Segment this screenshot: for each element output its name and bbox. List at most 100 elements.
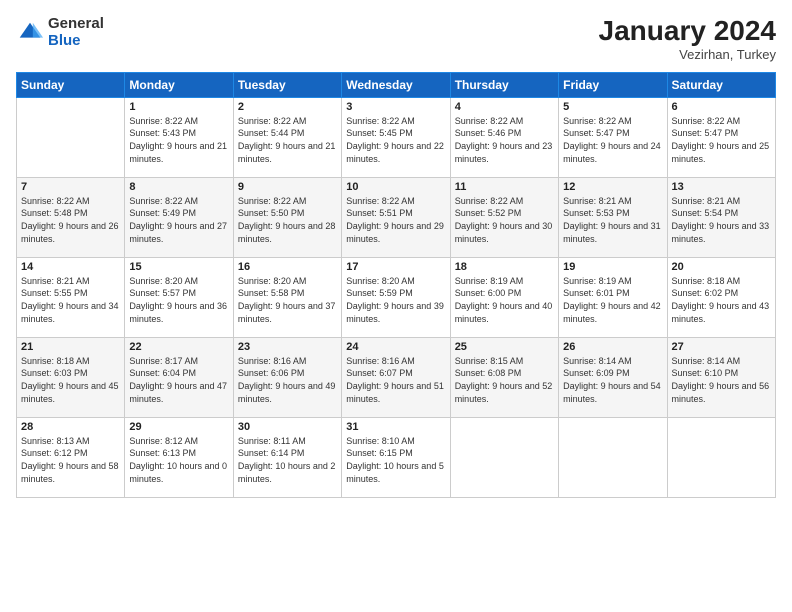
day-number: 4 xyxy=(455,101,554,113)
day-number: 8 xyxy=(129,181,228,193)
day-info: Sunrise: 8:22 AMSunset: 5:43 PMDaylight:… xyxy=(129,115,228,165)
day-number: 30 xyxy=(238,421,337,433)
calendar-cell: 26Sunrise: 8:14 AMSunset: 6:09 PMDayligh… xyxy=(559,337,667,417)
day-info: Sunrise: 8:19 AMSunset: 6:01 PMDaylight:… xyxy=(563,275,662,325)
logo-line1: General xyxy=(48,16,104,33)
day-info: Sunrise: 8:10 AMSunset: 6:15 PMDaylight:… xyxy=(346,435,445,485)
day-info: Sunrise: 8:15 AMSunset: 6:08 PMDaylight:… xyxy=(455,355,554,405)
week-row-5: 28Sunrise: 8:13 AMSunset: 6:12 PMDayligh… xyxy=(17,417,776,497)
calendar-page: General Blue January 2024 Vezirhan, Turk… xyxy=(0,0,792,612)
day-info: Sunrise: 8:22 AMSunset: 5:48 PMDaylight:… xyxy=(21,195,120,245)
col-header-sunday: Sunday xyxy=(17,72,125,97)
calendar-cell xyxy=(17,97,125,177)
day-info: Sunrise: 8:22 AMSunset: 5:50 PMDaylight:… xyxy=(238,195,337,245)
day-number: 20 xyxy=(672,261,771,273)
day-number: 17 xyxy=(346,261,445,273)
day-info: Sunrise: 8:16 AMSunset: 6:07 PMDaylight:… xyxy=(346,355,445,405)
day-info: Sunrise: 8:20 AMSunset: 5:59 PMDaylight:… xyxy=(346,275,445,325)
day-info: Sunrise: 8:22 AMSunset: 5:46 PMDaylight:… xyxy=(455,115,554,165)
day-number: 10 xyxy=(346,181,445,193)
day-info: Sunrise: 8:19 AMSunset: 6:00 PMDaylight:… xyxy=(455,275,554,325)
col-header-thursday: Thursday xyxy=(450,72,558,97)
day-number: 18 xyxy=(455,261,554,273)
calendar-cell: 9 Sunrise: 8:22 AMSunset: 5:50 PMDaylight… xyxy=(233,177,341,257)
calendar-cell xyxy=(559,417,667,497)
logo: General Blue xyxy=(16,16,104,49)
month-title: January 2024 xyxy=(599,16,776,47)
calendar-cell: 21 Sunrise: 8:18 AMSunset: 6:03 PMDayligh… xyxy=(17,337,125,417)
calendar-cell xyxy=(450,417,558,497)
calendar-cell: 18 Sunrise: 8:19 AMSunset: 6:00 PMDayligh… xyxy=(450,257,558,337)
day-number: 7 xyxy=(21,181,120,193)
week-row-1: 1 Sunrise: 8:22 AMSunset: 5:43 PMDaylight… xyxy=(17,97,776,177)
calendar-cell: 5 Sunrise: 8:22 AMSunset: 5:47 PMDaylight… xyxy=(559,97,667,177)
week-row-4: 21 Sunrise: 8:18 AMSunset: 6:03 PMDayligh… xyxy=(17,337,776,417)
day-number: 9 xyxy=(238,181,337,193)
calendar-cell: 14 Sunrise: 8:21 AMSunset: 5:55 PMDayligh… xyxy=(17,257,125,337)
calendar-cell: 27 Sunrise: 8:14 AMSunset: 6:10 PMDayligh… xyxy=(667,337,775,417)
day-number: 11 xyxy=(455,181,554,193)
calendar-cell: 15Sunrise: 8:20 AMSunset: 5:57 PMDayligh… xyxy=(125,257,233,337)
calendar-cell: 8 Sunrise: 8:22 AMSunset: 5:49 PMDaylight… xyxy=(125,177,233,257)
calendar-cell: 25 Sunrise: 8:15 AMSunset: 6:08 PMDayligh… xyxy=(450,337,558,417)
day-number: 23 xyxy=(238,341,337,353)
day-number: 28 xyxy=(21,421,120,433)
day-info: Sunrise: 8:22 AMSunset: 5:45 PMDaylight:… xyxy=(346,115,445,165)
day-info: Sunrise: 8:14 AMSunset: 6:10 PMDaylight:… xyxy=(672,355,771,405)
calendar-cell: 22Sunrise: 8:17 AMSunset: 6:04 PMDayligh… xyxy=(125,337,233,417)
calendar-cell: 28Sunrise: 8:13 AMSunset: 6:12 PMDayligh… xyxy=(17,417,125,497)
calendar-cell: 16 Sunrise: 8:20 AMSunset: 5:58 PMDayligh… xyxy=(233,257,341,337)
day-info: Sunrise: 8:11 AMSunset: 6:14 PMDaylight:… xyxy=(238,435,337,485)
header-row: SundayMondayTuesdayWednesdayThursdayFrid… xyxy=(17,72,776,97)
day-info: Sunrise: 8:12 AMSunset: 6:13 PMDaylight:… xyxy=(129,435,228,485)
calendar-cell: 23 Sunrise: 8:16 AMSunset: 6:06 PMDayligh… xyxy=(233,337,341,417)
logo-icon xyxy=(16,19,44,47)
calendar-cell: 10Sunrise: 8:22 AMSunset: 5:51 PMDayligh… xyxy=(342,177,450,257)
day-info: Sunrise: 8:21 AMSunset: 5:55 PMDaylight:… xyxy=(21,275,120,325)
day-number: 16 xyxy=(238,261,337,273)
day-number: 26 xyxy=(563,341,662,353)
day-info: Sunrise: 8:21 AMSunset: 5:53 PMDaylight:… xyxy=(563,195,662,245)
day-number: 21 xyxy=(21,341,120,353)
day-info: Sunrise: 8:18 AMSunset: 6:03 PMDaylight:… xyxy=(21,355,120,405)
calendar-cell: 24 Sunrise: 8:16 AMSunset: 6:07 PMDayligh… xyxy=(342,337,450,417)
day-number: 22 xyxy=(129,341,228,353)
day-number: 19 xyxy=(563,261,662,273)
day-info: Sunrise: 8:22 AMSunset: 5:47 PMDaylight:… xyxy=(563,115,662,165)
day-number: 24 xyxy=(346,341,445,353)
day-info: Sunrise: 8:16 AMSunset: 6:06 PMDaylight:… xyxy=(238,355,337,405)
day-info: Sunrise: 8:18 AMSunset: 6:02 PMDaylight:… xyxy=(672,275,771,325)
location: Vezirhan, Turkey xyxy=(599,47,776,62)
day-info: Sunrise: 8:20 AMSunset: 5:57 PMDaylight:… xyxy=(129,275,228,325)
col-header-tuesday: Tuesday xyxy=(233,72,341,97)
calendar-cell: 19 Sunrise: 8:19 AMSunset: 6:01 PMDayligh… xyxy=(559,257,667,337)
calendar-cell: 30 Sunrise: 8:11 AMSunset: 6:14 PMDayligh… xyxy=(233,417,341,497)
logo-line2: Blue xyxy=(48,33,104,50)
calendar-cell: 29Sunrise: 8:12 AMSunset: 6:13 PMDayligh… xyxy=(125,417,233,497)
col-header-friday: Friday xyxy=(559,72,667,97)
day-info: Sunrise: 8:22 AMSunset: 5:52 PMDaylight:… xyxy=(455,195,554,245)
week-row-3: 14 Sunrise: 8:21 AMSunset: 5:55 PMDayligh… xyxy=(17,257,776,337)
day-number: 27 xyxy=(672,341,771,353)
day-info: Sunrise: 8:21 AMSunset: 5:54 PMDaylight:… xyxy=(672,195,771,245)
day-number: 1 xyxy=(129,101,228,113)
day-number: 12 xyxy=(563,181,662,193)
day-info: Sunrise: 8:22 AMSunset: 5:47 PMDaylight:… xyxy=(672,115,771,165)
calendar-cell: 20 Sunrise: 8:18 AMSunset: 6:02 PMDayligh… xyxy=(667,257,775,337)
calendar-cell: 11 Sunrise: 8:22 AMSunset: 5:52 PMDayligh… xyxy=(450,177,558,257)
calendar-cell: 7 Sunrise: 8:22 AMSunset: 5:48 PMDaylight… xyxy=(17,177,125,257)
day-info: Sunrise: 8:22 AMSunset: 5:49 PMDaylight:… xyxy=(129,195,228,245)
calendar-cell: 1 Sunrise: 8:22 AMSunset: 5:43 PMDaylight… xyxy=(125,97,233,177)
calendar-cell: 17 Sunrise: 8:20 AMSunset: 5:59 PMDayligh… xyxy=(342,257,450,337)
calendar-cell: 2Sunrise: 8:22 AMSunset: 5:44 PMDaylight… xyxy=(233,97,341,177)
title-block: January 2024 Vezirhan, Turkey xyxy=(599,16,776,62)
col-header-saturday: Saturday xyxy=(667,72,775,97)
calendar-cell: 31 Sunrise: 8:10 AMSunset: 6:15 PMDayligh… xyxy=(342,417,450,497)
col-header-wednesday: Wednesday xyxy=(342,72,450,97)
day-number: 5 xyxy=(563,101,662,113)
day-number: 31 xyxy=(346,421,445,433)
day-number: 25 xyxy=(455,341,554,353)
day-info: Sunrise: 8:20 AMSunset: 5:58 PMDaylight:… xyxy=(238,275,337,325)
day-info: Sunrise: 8:22 AMSunset: 5:44 PMDaylight:… xyxy=(238,115,337,165)
day-number: 14 xyxy=(21,261,120,273)
